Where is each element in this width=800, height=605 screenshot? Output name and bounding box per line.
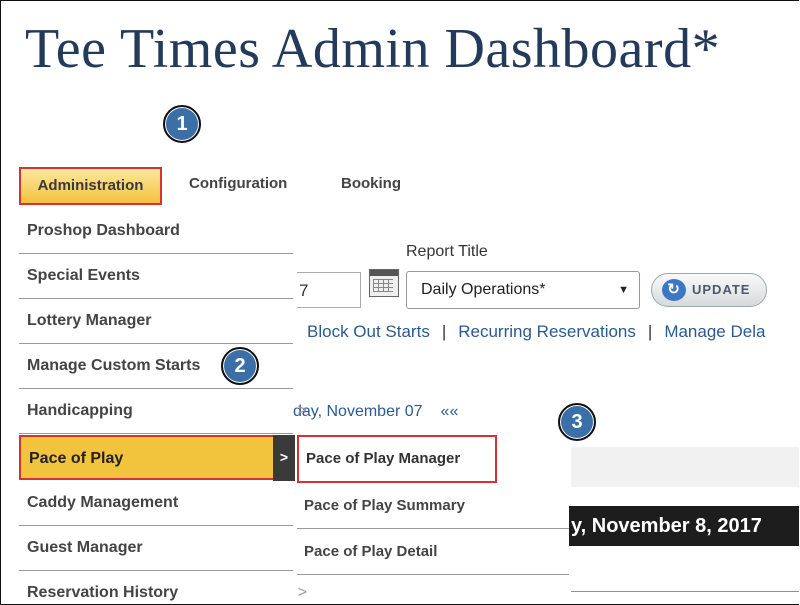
menu-item-label: Lottery Manager [27, 312, 152, 329]
current-date-label: day, November 07 [293, 403, 423, 420]
link-separator: | [441, 322, 447, 341]
link-block-out-starts[interactable]: Block Out Starts [307, 322, 430, 341]
menu-item-label: Handicapping [27, 402, 133, 419]
update-button[interactable]: ↻ UPDATE [651, 273, 767, 307]
menu-item-label: Reservation History [27, 584, 179, 601]
submenu-item-label: Pace of Play Detail [304, 543, 438, 560]
link-recurring-reservations[interactable]: Recurring Reservations [458, 322, 636, 341]
callout-badge-3: 3 [558, 403, 596, 441]
link-manage-delays[interactable]: Manage Dela [664, 322, 765, 341]
menu-item-handicapping[interactable]: Handicapping > [19, 389, 307, 434]
submenu-item-label: Pace of Play Summary [304, 497, 465, 514]
caret-down-icon: ▼ [618, 284, 629, 296]
divider [571, 591, 799, 592]
update-button-label: UPDATE [692, 282, 751, 297]
link-separator: | [647, 322, 653, 341]
callout-badge-2: 2 [221, 347, 259, 385]
menu-item-special-events[interactable]: Special Events [19, 254, 293, 299]
menu-item-proshop-dashboard[interactable]: Proshop Dashboard [19, 209, 293, 254]
menu-item-reservation-history[interactable]: Reservation History > [19, 571, 307, 604]
menu-item-pace-of-play[interactable]: Pace of Play > [19, 435, 295, 481]
tab-configuration[interactable]: Configuration [189, 167, 287, 201]
menu-item-label: Manage Custom Starts [27, 357, 201, 374]
menu-item-caddy-management[interactable]: Caddy Management> [19, 481, 307, 526]
date-banner: y, November 8, 2017 [569, 506, 799, 546]
report-title-select[interactable]: Daily Operations* ▼ [406, 271, 640, 309]
submenu-item-label: Pace of Play Manager [306, 450, 461, 467]
tab-administration[interactable]: Administration [19, 167, 162, 205]
report-select-value: Daily Operations* [421, 281, 546, 298]
date-input[interactable]: 7 [297, 272, 361, 308]
refresh-icon: ↻ [662, 279, 686, 301]
tab-booking[interactable]: Booking [341, 167, 401, 201]
chevron-right-icon: > [273, 435, 295, 481]
page-title: Tee Times Admin Dashboard* [25, 18, 721, 80]
screenshot-frame: Tee Times Admin Dashboard* 1 Administrat… [0, 0, 799, 605]
submenu-item-pace-of-play-summary[interactable]: Pace of Play Summary [297, 483, 569, 529]
menu-item-label: Guest Manager [27, 539, 143, 556]
submenu-item-pace-of-play-detail[interactable]: Pace of Play Detail [297, 529, 569, 575]
grid-header-strip [571, 447, 799, 487]
menu-item-label: Pace of Play [29, 450, 124, 467]
submenu-item-pace-of-play-manager[interactable]: Pace of Play Manager [297, 435, 497, 483]
menu-item-label: Proshop Dashboard [27, 222, 180, 239]
menu-item-guest-manager[interactable]: Guest Manager [19, 526, 293, 571]
chevron-right-icon: > [297, 402, 307, 419]
date-navigation: day, November 07 «« [293, 403, 458, 421]
menu-item-lottery-manager[interactable]: Lottery Manager [19, 299, 293, 344]
calendar-icon[interactable] [369, 269, 399, 297]
quick-links: Block Out Starts | Recurring Reservations |… [307, 322, 765, 342]
previous-date-link[interactable]: «« [441, 403, 459, 420]
callout-badge-1: 1 [163, 105, 201, 143]
report-title-label: Report Title [406, 243, 488, 260]
chevron-right-icon: > [297, 584, 307, 601]
menu-item-label: Caddy Management [27, 494, 179, 511]
menu-item-label: Special Events [27, 267, 140, 284]
